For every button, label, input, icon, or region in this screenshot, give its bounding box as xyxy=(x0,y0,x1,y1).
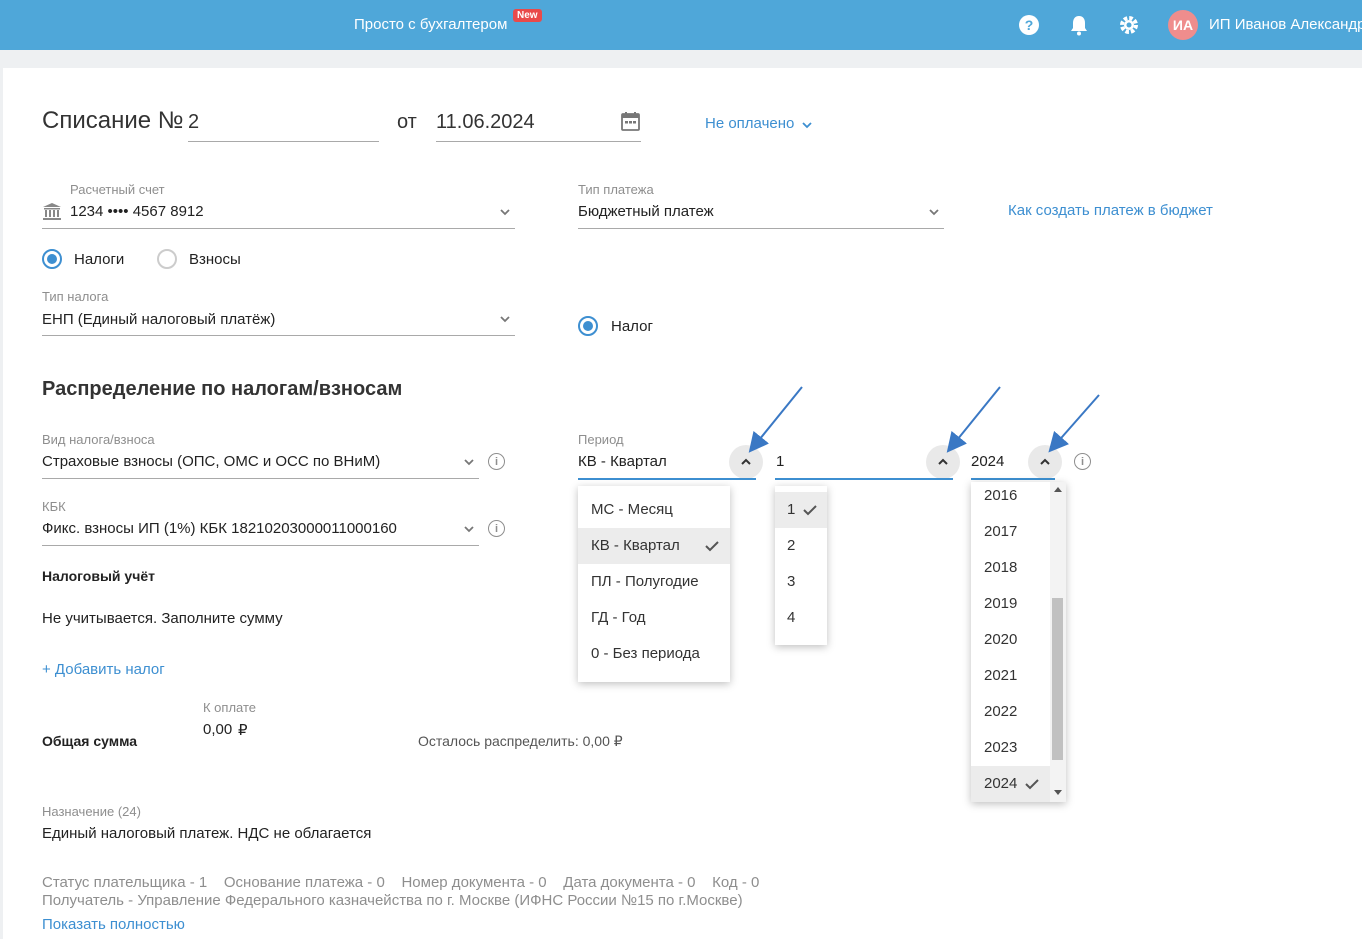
top-bar xyxy=(0,0,1362,50)
account-select[interactable]: 1234 •••• 4567 8912 xyxy=(70,203,204,220)
period-label: Период xyxy=(578,432,624,447)
year-option-label: 2024 xyxy=(984,775,1018,792)
payment-type-label: Тип платежа xyxy=(578,182,654,197)
calendar-icon[interactable] xyxy=(621,111,640,136)
contributions-radio-label[interactable]: Взносы xyxy=(189,251,241,268)
doc-number-underline xyxy=(188,141,379,142)
brand-link[interactable]: Просто с бухгалтером xyxy=(354,16,507,33)
period-option-selected[interactable]: КВ - Квартал xyxy=(578,528,730,564)
status-dropdown[interactable]: Не оплачено xyxy=(705,115,794,132)
info-icon[interactable]: i xyxy=(488,453,505,470)
period-option[interactable]: ГД - Год xyxy=(578,600,730,636)
chevron-down-icon[interactable] xyxy=(498,312,512,326)
chevron-down-icon[interactable] xyxy=(927,205,941,219)
chevron-down-icon[interactable] xyxy=(498,205,512,219)
payment-type-select[interactable]: Бюджетный платеж xyxy=(578,203,714,220)
year-dropdown: 2016 2017 2018 2019 2020 2021 2022 2023 … xyxy=(971,482,1066,802)
bell-icon[interactable] xyxy=(1067,13,1091,37)
new-badge: New xyxy=(513,9,542,22)
scroll-up-icon[interactable] xyxy=(1054,486,1062,492)
account-label: Расчетный счет xyxy=(70,182,165,197)
tax-type-select[interactable]: ЕНП (Единый налоговый платёж) xyxy=(42,311,275,328)
svg-text:?: ? xyxy=(1025,17,1034,33)
contributions-radio[interactable] xyxy=(157,249,177,269)
pay-value: 0,00 xyxy=(203,721,233,738)
purpose-label: Назначение (24) xyxy=(42,804,141,819)
year-option[interactable]: 2023 xyxy=(971,730,1050,766)
period-option-label: КВ - Квартал xyxy=(591,537,680,554)
info-icon[interactable]: i xyxy=(488,520,505,537)
year-scrollbar-thumb[interactable] xyxy=(1052,598,1063,760)
doc-number-input[interactable]: 2 xyxy=(188,111,199,134)
taxes-radio[interactable] xyxy=(42,249,62,269)
quarter-option[interactable]: 2 xyxy=(775,528,827,564)
kbk-select[interactable]: Фикс. взносы ИП (1%) КБК 182102030000110… xyxy=(42,520,397,537)
year-option[interactable]: 2021 xyxy=(971,658,1050,694)
year-option[interactable]: 2020 xyxy=(971,622,1050,658)
account-underline xyxy=(42,228,515,229)
quarter-option[interactable]: 4 xyxy=(775,600,827,636)
accounting-title: Налоговый учёт xyxy=(42,568,155,584)
tax-type-label: Тип налога xyxy=(42,289,109,304)
period-option[interactable]: 0 - Без периода xyxy=(578,636,730,672)
year-option[interactable]: 2022 xyxy=(971,694,1050,730)
year-option[interactable]: 2016 xyxy=(971,482,1050,514)
tax-radio[interactable] xyxy=(578,316,598,336)
chevron-down-icon xyxy=(802,122,812,129)
kbk-underline xyxy=(42,545,479,546)
user-name[interactable]: ИП Иванов Александр xyxy=(1209,16,1362,33)
period-select[interactable]: КВ - Квартал xyxy=(578,453,667,470)
help-budget-link[interactable]: Как создать платеж в бюджет xyxy=(1008,202,1213,219)
period-underline xyxy=(578,478,756,480)
recipient-details: Получатель - Управление Федерального каз… xyxy=(42,892,743,909)
year-underline xyxy=(971,478,1055,480)
taxes-radio-label[interactable]: Налоги xyxy=(74,251,124,268)
tax-kind-select[interactable]: Страховые взносы (ОПС, ОМС и ОСС по ВНиМ… xyxy=(42,453,380,470)
add-tax-link[interactable]: + Добавить налог xyxy=(42,661,165,678)
kbk-label: КБК xyxy=(42,499,66,514)
check-icon xyxy=(1025,779,1039,790)
year-option[interactable]: 2017 xyxy=(971,514,1050,550)
quarter-dropdown: 1 2 3 4 xyxy=(775,486,827,645)
quarter-option-label: 1 xyxy=(787,501,796,518)
check-icon xyxy=(803,505,817,516)
distribution-title: Распределение по налогам/взносам xyxy=(42,378,403,400)
chevron-down-icon[interactable] xyxy=(462,522,476,536)
tax-kind-label: Вид налога/взноса xyxy=(42,432,155,447)
payment-type-underline xyxy=(578,228,944,229)
help-icon[interactable]: ? xyxy=(1017,13,1041,37)
period-dropdown: МС - Месяц КВ - Квартал ПЛ - Полугодие Г… xyxy=(578,486,730,682)
page-title: Списание № xyxy=(42,107,184,134)
check-icon xyxy=(705,541,719,552)
date-input[interactable]: 11.06.2024 xyxy=(436,111,535,134)
tax-type-underline xyxy=(42,335,515,336)
date-prefix: от xyxy=(397,111,417,133)
tax-radio-label[interactable]: Налог xyxy=(611,318,653,335)
pay-label: К оплате xyxy=(203,700,257,715)
arrow-annotation xyxy=(748,386,1100,453)
scroll-down-icon[interactable] xyxy=(1054,790,1062,796)
year-option[interactable]: 2018 xyxy=(971,550,1050,586)
date-underline xyxy=(436,141,641,142)
avatar[interactable]: ИА xyxy=(1168,10,1198,40)
show-all-link[interactable]: Показать полностью xyxy=(42,916,185,933)
year-option[interactable]: 2019 xyxy=(971,586,1050,622)
period-option[interactable]: ПЛ - Полугодие xyxy=(578,564,730,600)
accounting-text: Не учитывается. Заполните сумму xyxy=(42,610,283,627)
tax-kind-underline xyxy=(42,478,479,479)
total-title: Общая сумма xyxy=(42,733,138,749)
quarter-option-selected[interactable]: 1 xyxy=(775,492,827,528)
quarter-option[interactable]: 3 xyxy=(775,564,827,600)
year-option-selected[interactable]: 2024 xyxy=(971,766,1050,802)
gear-icon[interactable] xyxy=(1117,13,1141,37)
bank-icon xyxy=(43,203,61,220)
payment-details: Статус плательщика - 1 Основание платежа… xyxy=(42,874,760,891)
remaining-text: Осталось распределить: 0,00 ₽ xyxy=(418,733,623,749)
purpose-text[interactable]: Единый налоговый платеж. НДС не облагает… xyxy=(42,825,371,842)
chevron-down-icon[interactable] xyxy=(462,455,476,469)
currency-sign: ₽ xyxy=(238,722,248,739)
quarter-underline xyxy=(775,478,953,480)
period-option[interactable]: МС - Месяц xyxy=(578,492,730,528)
